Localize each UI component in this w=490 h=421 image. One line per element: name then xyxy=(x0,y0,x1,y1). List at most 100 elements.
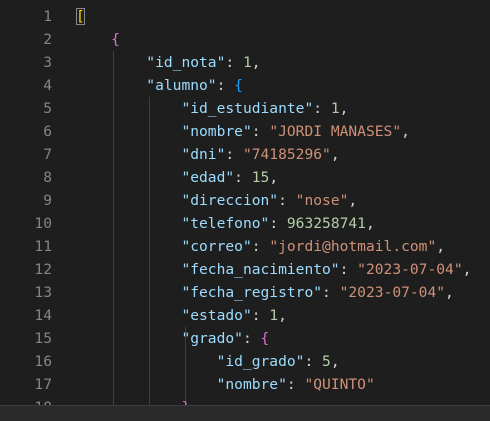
line-number: 15 xyxy=(34,330,52,347)
code-token: "alumno" xyxy=(146,77,217,94)
line-number-gutter: 123456789101112131415161718 xyxy=(0,5,60,405)
code-token: "74185296" xyxy=(242,146,331,163)
code-token: : xyxy=(322,284,340,301)
code-token: , xyxy=(269,169,279,186)
line-number: 6 xyxy=(43,123,52,140)
code-token: , xyxy=(348,192,358,209)
code-token: "telefono" xyxy=(181,215,270,232)
code-line[interactable]: "telefono": 963258741, xyxy=(76,212,490,235)
code-token: : xyxy=(313,100,331,117)
line-number: 11 xyxy=(34,238,52,255)
code-token: , xyxy=(445,284,454,301)
code-token: "JORDI MANASES" xyxy=(269,123,402,140)
code-token: : xyxy=(225,54,243,71)
code-line[interactable]: "dni": "74185296", xyxy=(76,143,490,166)
code-token: , xyxy=(330,353,340,370)
code-line[interactable]: "id_nota": 1, xyxy=(76,51,490,74)
code-line[interactable]: "correo": "jordi@hotmail.com", xyxy=(76,235,490,258)
code-line[interactable]: "edad": 15, xyxy=(76,166,490,189)
code-token: "id_estudiante" xyxy=(181,100,314,117)
code-token: { xyxy=(234,77,243,94)
line-number: 2 xyxy=(43,31,52,48)
code-line[interactable]: "fecha_nacimiento": "2023-07-04", xyxy=(76,258,490,281)
code-token: "2023-07-04" xyxy=(339,284,446,301)
code-line[interactable]: [ xyxy=(76,5,490,28)
code-line[interactable]: "nombre": "QUINTO" xyxy=(76,373,490,396)
code-token: : xyxy=(251,307,270,324)
code-token: , xyxy=(401,123,410,140)
line-number: 16 xyxy=(34,353,52,370)
code-line[interactable]: "direccion": "nose", xyxy=(76,189,490,212)
code-token: "dni" xyxy=(181,146,226,163)
code-token: "nombre" xyxy=(181,123,252,140)
code-line[interactable]: } xyxy=(76,396,490,405)
code-line[interactable]: "grado": { xyxy=(76,327,490,350)
code-token: , xyxy=(278,307,287,324)
code-token: , xyxy=(339,100,349,117)
code-token: : xyxy=(269,215,287,232)
code-line[interactable]: "estado": 1, xyxy=(76,304,490,327)
code-token: : xyxy=(251,238,270,255)
code-token: : xyxy=(278,192,296,209)
code-token: "jordi@hotmail.com" xyxy=(269,238,437,255)
code-token: "nose" xyxy=(295,192,349,209)
code-token: "id_grado" xyxy=(216,353,305,370)
line-number: 9 xyxy=(43,192,52,209)
code-token: : xyxy=(234,169,252,186)
code-line[interactable]: "fecha_registro": "2023-07-04", xyxy=(76,281,490,304)
code-token: 1 xyxy=(242,54,252,71)
horizontal-scrollbar[interactable] xyxy=(0,405,490,421)
code-line[interactable]: "alumno": { xyxy=(76,74,490,97)
line-number: 18 xyxy=(0,396,60,405)
code-token: "QUINTO" xyxy=(304,376,375,393)
code-token: "id_nota" xyxy=(146,54,226,71)
code-token: "nombre" xyxy=(216,376,287,393)
code-content[interactable]: [ { "id_nota": 1, "alumno": { "id_estudi… xyxy=(76,5,490,405)
line-number: 17 xyxy=(34,376,52,393)
code-token: , xyxy=(462,261,472,278)
code-token: "estado" xyxy=(181,307,252,324)
line-number: 4 xyxy=(43,77,52,94)
code-editor[interactable]: 123456789101112131415161718 [ { "id_nota… xyxy=(0,0,490,405)
code-token: : xyxy=(339,261,358,278)
code-token: : xyxy=(286,376,305,393)
code-token: 15 xyxy=(251,169,270,186)
code-line[interactable]: { xyxy=(76,28,490,51)
code-token: "fecha_registro" xyxy=(181,284,323,301)
code-line[interactable]: "id_grado": 5, xyxy=(76,350,490,373)
code-token: "edad" xyxy=(181,169,235,186)
code-token: "2023-07-04" xyxy=(357,261,463,278)
code-token: : xyxy=(225,146,243,163)
line-number: 1 xyxy=(43,8,52,25)
code-line[interactable]: "id_estudiante": 1, xyxy=(76,97,490,120)
code-token: , xyxy=(365,215,375,232)
code-token: , xyxy=(330,146,340,163)
code-token: { xyxy=(260,330,270,347)
code-token: 963258741 xyxy=(286,215,366,232)
code-token: 1 xyxy=(269,307,279,324)
code-line[interactable]: "nombre": "JORDI MANASES", xyxy=(76,120,490,143)
code-token: : xyxy=(304,353,323,370)
code-token: "correo" xyxy=(181,238,252,255)
code-token: [ xyxy=(76,8,85,25)
line-number: 12 xyxy=(34,261,52,278)
line-number: 7 xyxy=(43,146,52,163)
code-token: , xyxy=(251,54,261,71)
code-token: "fecha_nacimiento" xyxy=(181,261,340,278)
line-number: 5 xyxy=(43,100,52,117)
